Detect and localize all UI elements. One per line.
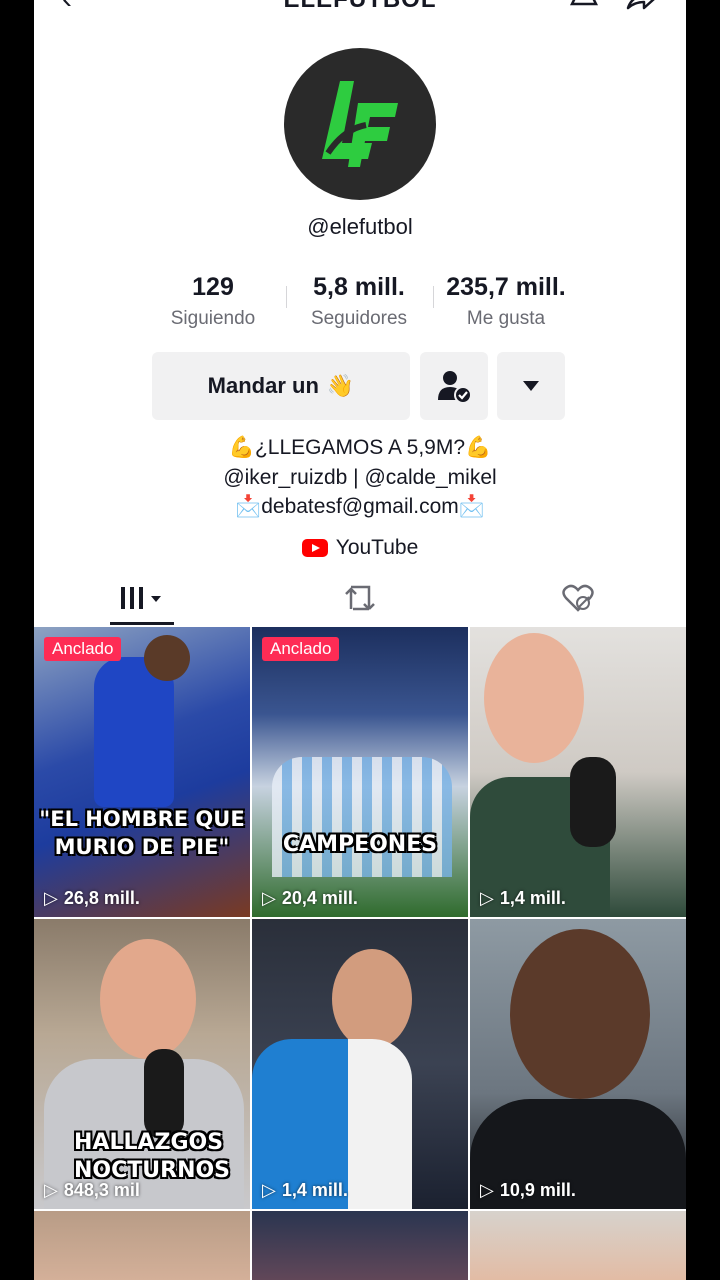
stat-likes[interactable]: 235,7 mill. Me gusta (431, 270, 581, 330)
stat-value: 235,7 mill. (446, 273, 566, 301)
video-thumbnail[interactable]: ▷ 10,9 mill. (470, 919, 686, 1209)
view-count: ▷ 20,4 mill. (262, 888, 358, 909)
youtube-link-label: YouTube (335, 536, 419, 559)
play-icon: ▷ (480, 888, 494, 908)
more-options-button[interactable] (497, 352, 565, 420)
video-caption: CAMPEONES (282, 832, 438, 857)
grid-icon (121, 587, 161, 609)
stat-label: Me gusta (466, 308, 546, 329)
share-icon[interactable] (626, 0, 656, 10)
player-head-shape (144, 635, 190, 681)
pinned-badge: Anclado (44, 637, 122, 661)
view-count-value: 10,9 mill. (499, 1180, 576, 1200)
stat-following[interactable]: 129 Siguiendo (138, 270, 288, 330)
view-count-value: 1,4 mill. (281, 1180, 348, 1200)
view-count: ▷ 848,3 mil (44, 1180, 140, 1201)
video-thumbnail[interactable]: HALLAZGOS NOCTURNOS ▷ 848,3 mil (34, 919, 250, 1209)
view-count-value: 848,3 mil (63, 1180, 140, 1200)
video-thumbnail[interactable] (34, 1211, 250, 1280)
video-thumbnail[interactable] (470, 1211, 686, 1280)
player-head-shape (332, 949, 412, 1049)
profile-stats: 129 Siguiendo 5,8 mill. Seguidores 235,7… (154, 270, 584, 340)
presenter-face-shape (100, 939, 196, 1059)
tab-reposts[interactable] (328, 570, 392, 626)
profile-screen: ‹ ELEFUTBOL @elefutbol 129 Siguiendo 5,8… (34, 0, 686, 1280)
profile-tabs (34, 570, 686, 626)
youtube-icon (301, 539, 328, 557)
presenter-face-shape (484, 633, 584, 763)
microphone-shape (570, 757, 616, 847)
video-caption: "EL HOMBRE QUE MURIO DE PIE" (39, 807, 245, 859)
video-thumbnail[interactable]: Anclado CAMPEONES ▷ 20,4 mill. (252, 627, 468, 917)
pinned-badge: Anclado (262, 637, 340, 661)
active-tab-indicator (110, 622, 174, 625)
play-icon: ▷ (480, 1180, 494, 1200)
wave-hand-icon: 👋 (326, 373, 355, 398)
video-thumbnail[interactable]: ▷ 1,4 mill. (252, 919, 468, 1209)
lf-logo (322, 81, 398, 167)
view-count: ▷ 10,9 mill. (480, 1180, 576, 1201)
top-bar: ‹ ELEFUTBOL (34, 0, 686, 18)
message-button-label: Mandar un (207, 373, 319, 398)
view-count-value: 20,4 mill. (281, 888, 358, 908)
view-count-value: 26,8 mill. (63, 888, 140, 908)
repost-icon (345, 585, 375, 611)
following-button[interactable] (420, 352, 488, 420)
players-group-shape (272, 757, 452, 877)
heart-hidden-icon (562, 584, 594, 612)
video-thumbnail[interactable]: Anclado "EL HOMBRE QUE MURIO DE PIE" ▷ 2… (34, 627, 250, 917)
stat-label: Seguidores (310, 308, 408, 329)
tab-liked[interactable] (546, 570, 610, 626)
bio-line: 💪¿LLEGAMOS A 5,9M?💪 (228, 436, 492, 459)
user-check-icon (438, 371, 472, 404)
play-icon: ▷ (262, 888, 276, 908)
bio-line: 📩debatesf@gmail.com📩 (235, 495, 485, 518)
tab-videos[interactable] (110, 570, 174, 626)
youtube-link[interactable]: YouTube (34, 536, 686, 560)
caret-down-icon (523, 381, 539, 391)
avatar[interactable] (284, 48, 436, 200)
player-head-shape (510, 929, 650, 1099)
view-count: ▷ 1,4 mill. (480, 888, 566, 909)
stat-followers[interactable]: 5,8 mill. Seguidores (284, 270, 434, 330)
message-button[interactable]: Mandar un 👋 (152, 352, 410, 420)
video-thumbnail[interactable]: ▷ 1,4 mill. (470, 627, 686, 917)
play-icon: ▷ (44, 1180, 58, 1200)
microphone-shape (144, 1049, 184, 1139)
play-icon: ▷ (262, 1180, 276, 1200)
username: @elefutbol (307, 214, 413, 239)
view-count: ▷ 26,8 mill. (44, 888, 140, 909)
stat-value: 129 (192, 273, 234, 301)
bell-icon[interactable] (570, 0, 598, 10)
stat-label: Siguiendo (170, 308, 256, 329)
video-caption: HALLAZGOS NOCTURNOS (74, 1130, 231, 1183)
stat-value: 5,8 mill. (313, 273, 405, 301)
video-thumbnail[interactable] (252, 1211, 468, 1280)
view-count-value: 1,4 mill. (499, 888, 566, 908)
view-count: ▷ 1,4 mill. (262, 1180, 348, 1201)
play-icon: ▷ (44, 888, 58, 908)
bio-line: @iker_ruizdb | @calde_mikel (223, 466, 497, 489)
